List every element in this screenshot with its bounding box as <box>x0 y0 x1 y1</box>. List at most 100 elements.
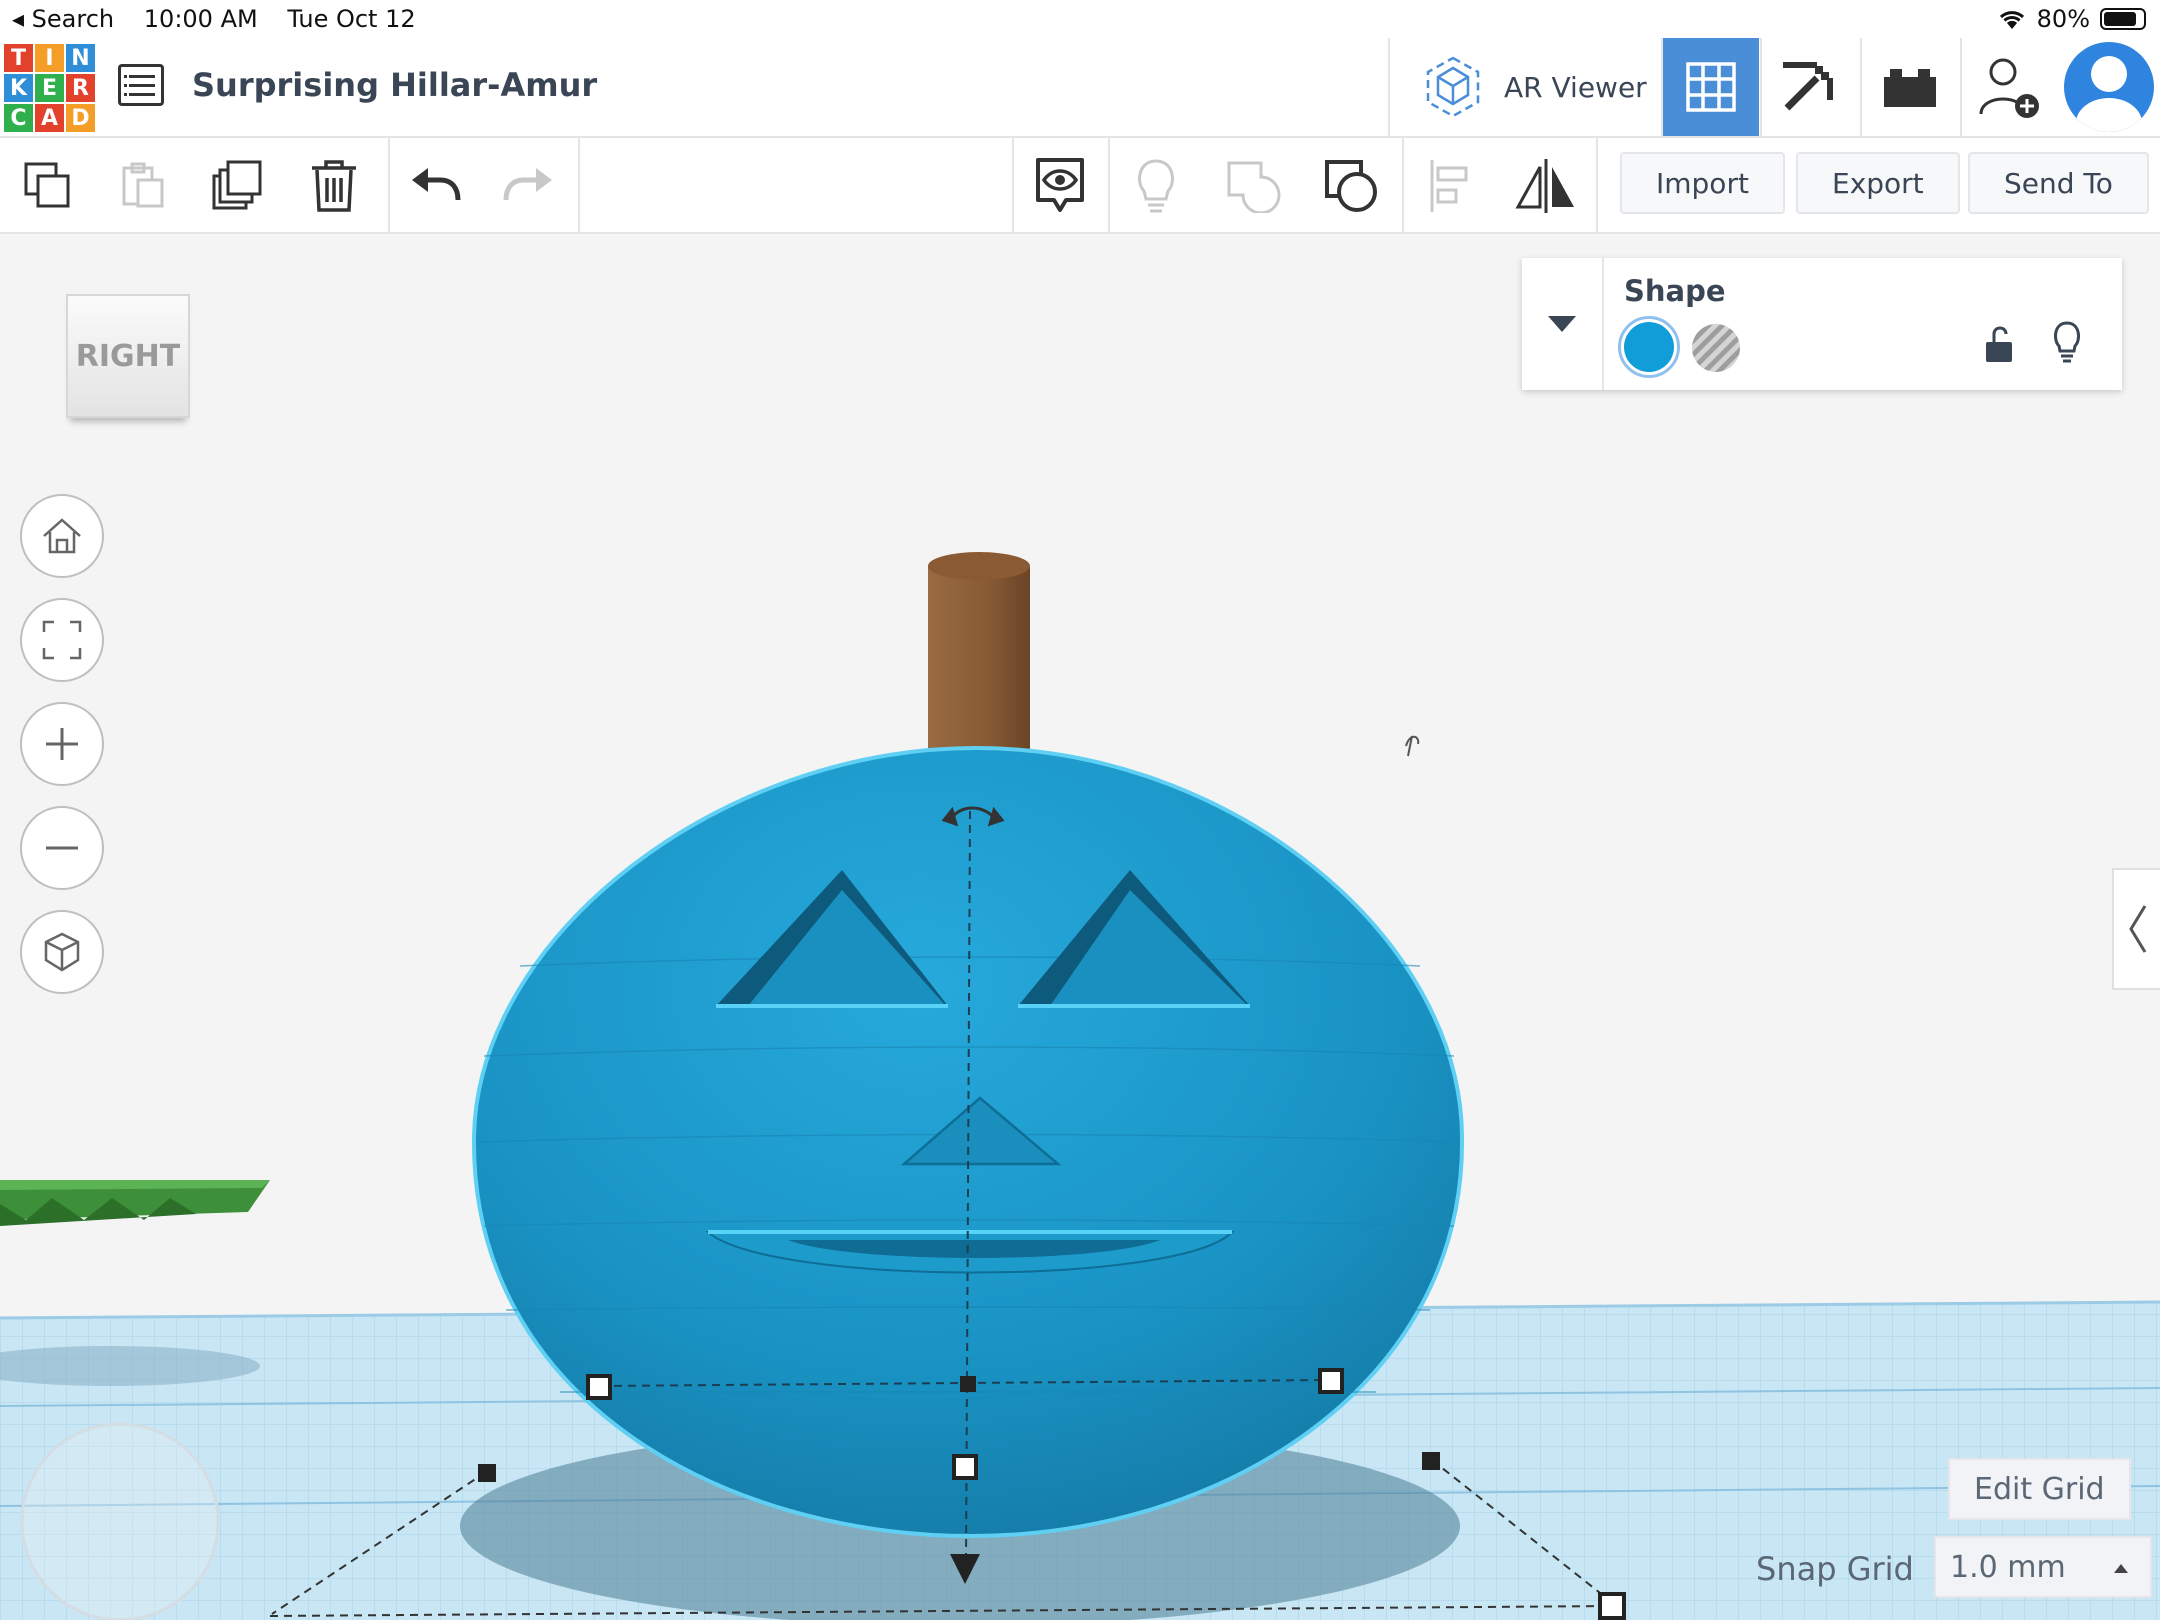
send-to-button[interactable]: Send To <box>1968 152 2149 214</box>
logo-letter: K <box>4 74 33 102</box>
chevron-left-icon <box>2129 905 2147 953</box>
3d-design-view-button[interactable] <box>1661 38 1759 136</box>
mirror-button[interactable] <box>1508 148 1584 224</box>
home-icon <box>43 518 81 554</box>
status-time: 10:00 AM <box>143 5 258 33</box>
redo-icon <box>503 168 552 201</box>
design-canvas[interactable]: RIGHT Shape Edit Grid Snap Grid 1.0 mm <box>0 236 2160 1620</box>
add-user-icon <box>1979 58 2039 118</box>
ungroup-icon <box>1325 160 1377 212</box>
orbit-joystick[interactable] <box>20 1422 220 1620</box>
trash-icon <box>312 160 356 212</box>
cube-icon <box>44 932 80 972</box>
unlock-icon <box>1986 326 2012 362</box>
resize-handle[interactable] <box>952 1454 978 1480</box>
shape-inspector: Shape <box>1522 258 2122 390</box>
brick-icon <box>1884 69 1936 107</box>
edit-toolbar: Import Export Send To <box>0 138 2160 234</box>
blocks-view-button[interactable] <box>1760 38 1858 136</box>
resize-handle[interactable] <box>478 1464 496 1482</box>
copy-button[interactable] <box>10 148 86 224</box>
mirror-icon <box>1515 159 1574 213</box>
paste-button[interactable] <box>104 148 180 224</box>
ar-cube-icon <box>1426 56 1480 118</box>
wifi-icon <box>1999 11 2024 29</box>
edit-grid-button[interactable]: Edit Grid <box>1948 1458 2131 1520</box>
ar-viewer-label: AR Viewer <box>1504 70 1647 104</box>
solid-color-button[interactable] <box>1618 316 1680 378</box>
resize-handle[interactable] <box>1422 1452 1440 1470</box>
import-button[interactable]: Import <box>1620 152 1785 214</box>
lock-button[interactable] <box>1984 324 2014 368</box>
ungroup-button[interactable] <box>1314 148 1390 224</box>
caret-up-icon <box>2114 1564 2128 1573</box>
snap-grid-select[interactable]: 1.0 mm <box>1934 1536 2152 1598</box>
green-shape[interactable] <box>0 1180 270 1386</box>
resize-handle[interactable] <box>1598 1592 1626 1620</box>
delete-button[interactable] <box>296 148 372 224</box>
back-to-search[interactable]: ◂ Search <box>12 5 114 33</box>
home-view-button[interactable] <box>20 494 104 578</box>
invite-user-button[interactable] <box>1960 38 2058 136</box>
logo-letter: R <box>66 74 95 102</box>
copy-icon <box>24 162 70 208</box>
3d-scene[interactable] <box>0 236 2160 1620</box>
view-cube[interactable]: RIGHT <box>66 294 190 418</box>
show-all-button[interactable] <box>1118 148 1194 224</box>
projection-button[interactable] <box>20 910 104 994</box>
snap-grid-value: 1.0 mm <box>1950 1549 2066 1585</box>
inspector-collapse-button[interactable] <box>1522 258 1604 390</box>
fit-view-button[interactable] <box>20 598 104 682</box>
grid-icon <box>1686 62 1736 112</box>
duplicate-button[interactable] <box>200 148 276 224</box>
pumpkin-stem[interactable] <box>928 552 1030 766</box>
app-header: T I N K E R C A D Surprising Hillar-Amur… <box>0 38 2160 138</box>
export-button[interactable]: Export <box>1796 152 1960 214</box>
user-avatar[interactable] <box>2064 42 2154 132</box>
logo-letter: T <box>4 44 33 72</box>
paste-icon <box>122 162 164 208</box>
design-list-icon[interactable] <box>118 64 164 106</box>
status-date: Tue Oct 12 <box>287 5 416 33</box>
pickaxe-icon <box>1783 62 1833 111</box>
logo-letter: E <box>35 74 64 102</box>
group-icon <box>1227 161 1281 213</box>
hole-button[interactable] <box>1692 324 1740 372</box>
bricks-view-button[interactable] <box>1860 38 1958 136</box>
align-button[interactable] <box>1412 148 1488 224</box>
battery-icon <box>2100 8 2146 30</box>
snap-grid-label: Snap Grid <box>1756 1550 1914 1588</box>
design-title[interactable]: Surprising Hillar-Amur <box>192 66 597 104</box>
cursor-mark <box>1405 735 1420 757</box>
zoom-in-button[interactable] <box>20 702 104 786</box>
resize-handle[interactable] <box>960 1376 976 1392</box>
minus-icon <box>46 846 78 850</box>
logo-letter: I <box>35 44 64 72</box>
resize-handle[interactable] <box>1318 1368 1344 1394</box>
group-button[interactable] <box>1216 148 1292 224</box>
plus-icon <box>46 728 78 760</box>
duplicate-icon <box>212 160 262 210</box>
align-icon <box>1430 160 1468 212</box>
logo-letter: D <box>66 104 95 132</box>
status-bar: ◂ Search 10:00 AM Tue Oct 12 80% <box>0 0 2160 38</box>
logo-letter: N <box>66 44 95 72</box>
notes-eye-icon <box>1036 158 1084 212</box>
visibility-button[interactable] <box>2052 320 2082 368</box>
undo-icon <box>412 168 461 201</box>
notes-button[interactable] <box>1022 148 1098 224</box>
side-panel-toggle[interactable] <box>2112 868 2160 990</box>
chevron-down-icon <box>1548 316 1576 332</box>
fit-icon <box>42 620 82 660</box>
lightbulb-icon <box>2053 321 2081 363</box>
inspector-title: Shape <box>1624 274 1726 308</box>
undo-button[interactable] <box>398 148 474 224</box>
ar-viewer-button[interactable]: AR Viewer <box>1388 38 1660 136</box>
redo-button[interactable] <box>490 148 566 224</box>
resize-handle[interactable] <box>586 1374 612 1400</box>
solid-swatch <box>1624 322 1674 372</box>
zoom-out-button[interactable] <box>20 806 104 890</box>
logo-letter: C <box>4 104 33 132</box>
lightbulb-icon <box>1138 159 1174 213</box>
tinkercad-logo[interactable]: T I N K E R C A D <box>4 44 95 132</box>
